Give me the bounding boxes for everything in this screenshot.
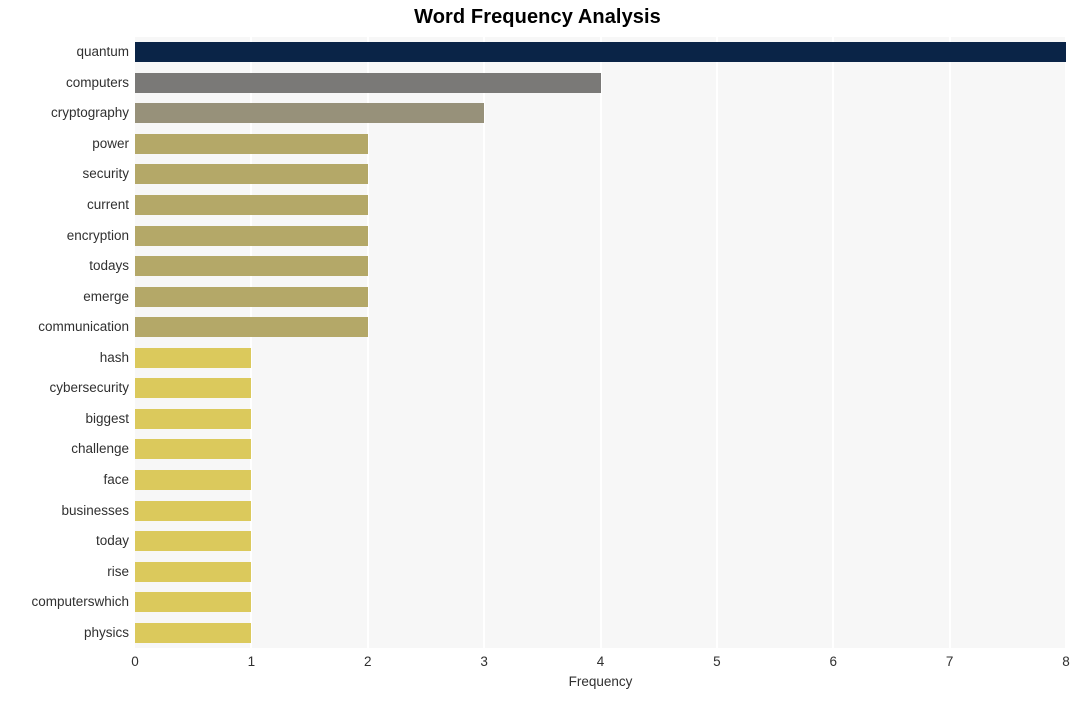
x-axis-title: Frequency [568, 674, 633, 689]
x-axis-tick-label: 6 [829, 654, 837, 669]
bar[interactable] [135, 133, 368, 154]
word-frequency-chart: Word Frequency Analysis quantum computers… [0, 0, 1075, 701]
y-axis-tick-label: hash [99, 349, 129, 365]
y-axis-tick-label: cryptography [50, 105, 129, 121]
y-axis-tick-label: current [86, 197, 129, 213]
y-axis-tick-labels: quantum computers cryptography power securit… [0, 37, 129, 648]
plot-area [135, 37, 1066, 648]
y-axis-tick-label: encryption [66, 227, 129, 243]
y-axis-tick-label: power [92, 135, 129, 151]
y-axis-tick-label: communication [38, 319, 129, 335]
bar[interactable] [135, 469, 252, 490]
bars-container [135, 37, 1066, 648]
x-axis-tick-label: 2 [363, 654, 372, 669]
x-axis-tick-label: 5 [713, 654, 721, 669]
x-axis-tick-label: 1 [247, 654, 256, 669]
y-axis-tick-label: computerswhich [31, 594, 129, 610]
y-axis-tick-label: quantum [76, 44, 129, 60]
chart-title: Word Frequency Analysis [414, 6, 661, 28]
bar[interactable] [135, 439, 252, 460]
bar[interactable] [135, 622, 252, 643]
y-axis-tick-label: today [95, 533, 129, 549]
y-axis-tick-label: businesses [61, 502, 129, 518]
y-axis-tick-label: emerge [83, 288, 129, 304]
bar[interactable] [135, 531, 252, 552]
y-axis-tick-label: computers [65, 74, 129, 90]
x-axis-tick-label: 4 [596, 654, 605, 669]
y-axis-tick-label: challenge [71, 441, 129, 457]
bar[interactable] [135, 592, 252, 613]
x-axis-tick-label: 0 [131, 654, 139, 669]
y-axis-tick-label: cybersecurity [49, 380, 129, 396]
bar[interactable] [135, 164, 368, 185]
y-axis-tick-label: face [103, 471, 129, 487]
bar[interactable] [135, 378, 252, 399]
bar[interactable] [135, 561, 252, 582]
x-axis-tick-labels: 0 1 2 3 4 5 6 7 8 [0, 648, 1075, 674]
y-axis-tick-label: todays [89, 258, 129, 274]
bar[interactable] [135, 72, 601, 93]
x-axis-tick-label: 8 [1062, 654, 1070, 669]
bar[interactable] [135, 103, 485, 124]
bar[interactable] [135, 42, 1066, 63]
bar[interactable] [135, 500, 252, 521]
y-axis-tick-label: security [82, 166, 129, 182]
y-axis-tick-label: biggest [85, 410, 129, 426]
bar[interactable] [135, 286, 368, 307]
bar[interactable] [135, 256, 368, 277]
bar[interactable] [135, 408, 252, 429]
bar[interactable] [135, 225, 368, 246]
y-axis-tick-label: rise [107, 563, 129, 579]
bar[interactable] [135, 195, 368, 216]
x-axis-tick-label: 3 [480, 654, 488, 669]
y-axis-tick-label: physics [83, 624, 129, 640]
bar[interactable] [135, 347, 252, 368]
bar[interactable] [135, 317, 368, 338]
x-axis-tick-label: 7 [945, 654, 954, 669]
